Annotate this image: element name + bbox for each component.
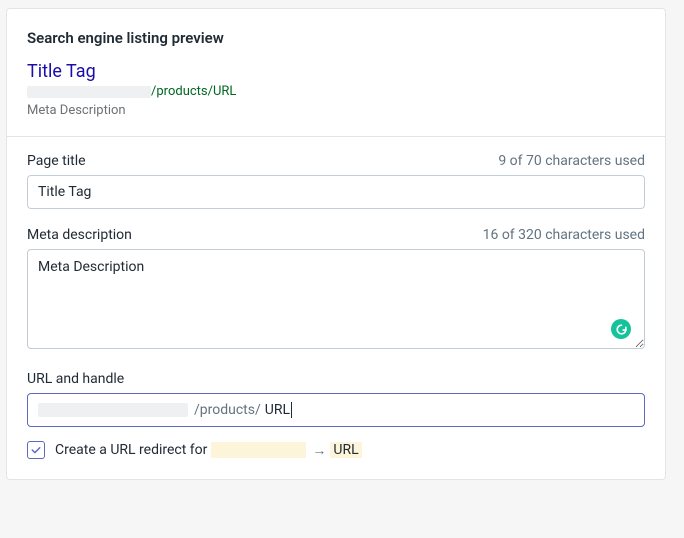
seo-card: Search engine listing preview Title Tag … [6, 8, 666, 480]
meta-description-label-row: Meta description 16 of 320 characters us… [27, 227, 645, 243]
serp-url-domain-placeholder [27, 86, 151, 98]
url-handle-input-wrap[interactable]: /products/ URL [27, 393, 645, 427]
serp-title: Title Tag [27, 61, 645, 82]
meta-description-textarea-wrap [27, 249, 645, 353]
page-title-label: Page title [27, 153, 86, 169]
page-title-counter: 9 of 70 characters used [498, 153, 645, 169]
url-handle-field: URL and handle /products/ URL Create a U… [27, 371, 645, 459]
redirect-new-url: URL [330, 442, 361, 458]
url-domain-placeholder [38, 403, 188, 417]
form-section: Page title 9 of 70 characters used Meta … [7, 137, 665, 479]
preview-section: Search engine listing preview Title Tag … [7, 9, 665, 137]
serp-meta: Meta Description [27, 103, 645, 118]
redirect-old-url-placeholder [211, 442, 306, 458]
arrow-right-icon: → [312, 442, 326, 459]
meta-description-label: Meta description [27, 227, 132, 243]
preview-heading: Search engine listing preview [27, 29, 645, 47]
url-redirect-label: Create a URL redirect for → URL [55, 442, 362, 459]
meta-description-field: Meta description 16 of 320 characters us… [27, 227, 645, 353]
meta-description-counter: 16 of 320 characters used [483, 227, 645, 243]
url-handle-value: URL [265, 402, 290, 418]
url-handle-label-row: URL and handle [27, 371, 645, 387]
url-redirect-row: Create a URL redirect for → URL [27, 441, 645, 459]
serp-url-path: /products/URL [151, 84, 236, 99]
url-domain-prefix [28, 395, 194, 425]
page-title-label-row: Page title 9 of 70 characters used [27, 153, 645, 169]
url-handle-label: URL and handle [27, 371, 124, 387]
grammarly-icon[interactable] [611, 319, 631, 339]
redirect-label-prefix: Create a URL redirect for [55, 442, 207, 458]
page-title-input[interactable] [27, 175, 645, 209]
url-redirect-checkbox[interactable] [27, 441, 45, 459]
page-title-field: Page title 9 of 70 characters used [27, 153, 645, 209]
check-icon [30, 444, 42, 456]
url-path-prefix: /products/ [194, 394, 265, 426]
serp-url: /products/URL [27, 84, 645, 99]
meta-description-textarea[interactable] [27, 249, 645, 349]
